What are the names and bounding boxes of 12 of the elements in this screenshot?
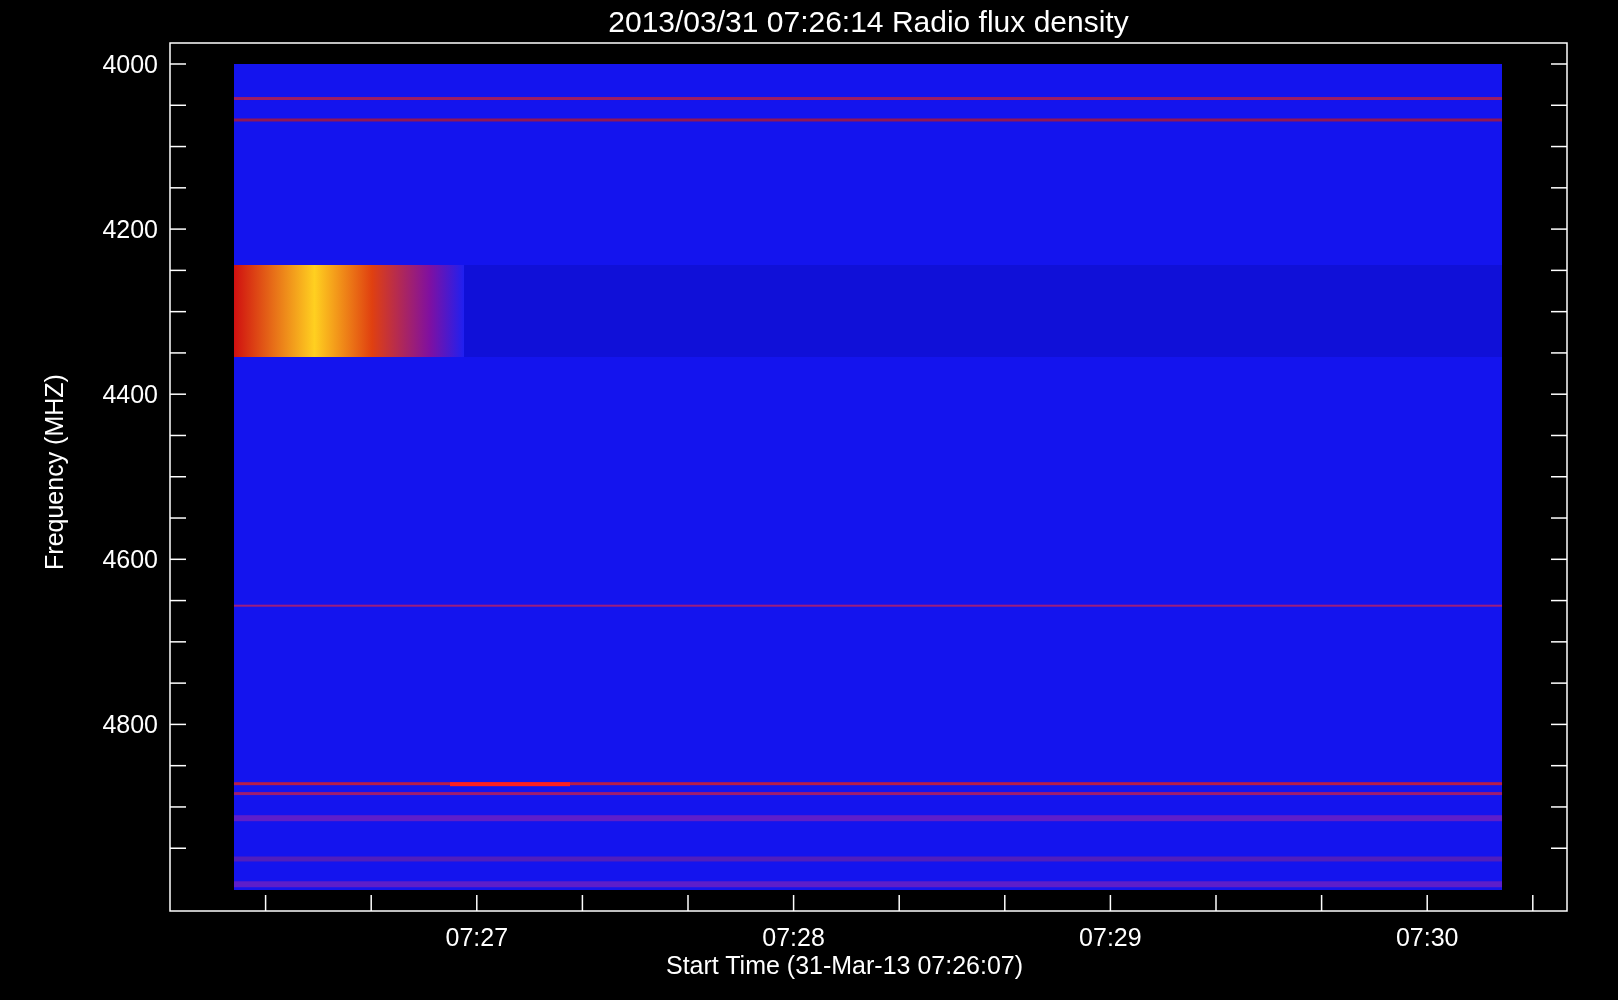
x-tick-label: 07:28 bbox=[762, 923, 825, 951]
x-tick-label: 07:27 bbox=[445, 923, 509, 951]
x-axis-label: Start Time (31-Mar-13 07:26:07) bbox=[665, 951, 1024, 979]
y-tick-label: 4000 bbox=[102, 50, 158, 78]
x-tick-label: 07:29 bbox=[1079, 923, 1142, 951]
y-tick-label: 4600 bbox=[102, 545, 158, 574]
y-tick-label: 4200 bbox=[102, 215, 158, 244]
chart-title: 2013/03/31 07:26:14 Radio flux density bbox=[608, 5, 1129, 38]
y-tick-label: 4800 bbox=[102, 710, 158, 739]
y-tick-label: 4400 bbox=[102, 380, 158, 409]
x-tick-label: 07:30 bbox=[1395, 923, 1459, 951]
y-axis-label: Frequency (MHZ) bbox=[40, 374, 68, 570]
